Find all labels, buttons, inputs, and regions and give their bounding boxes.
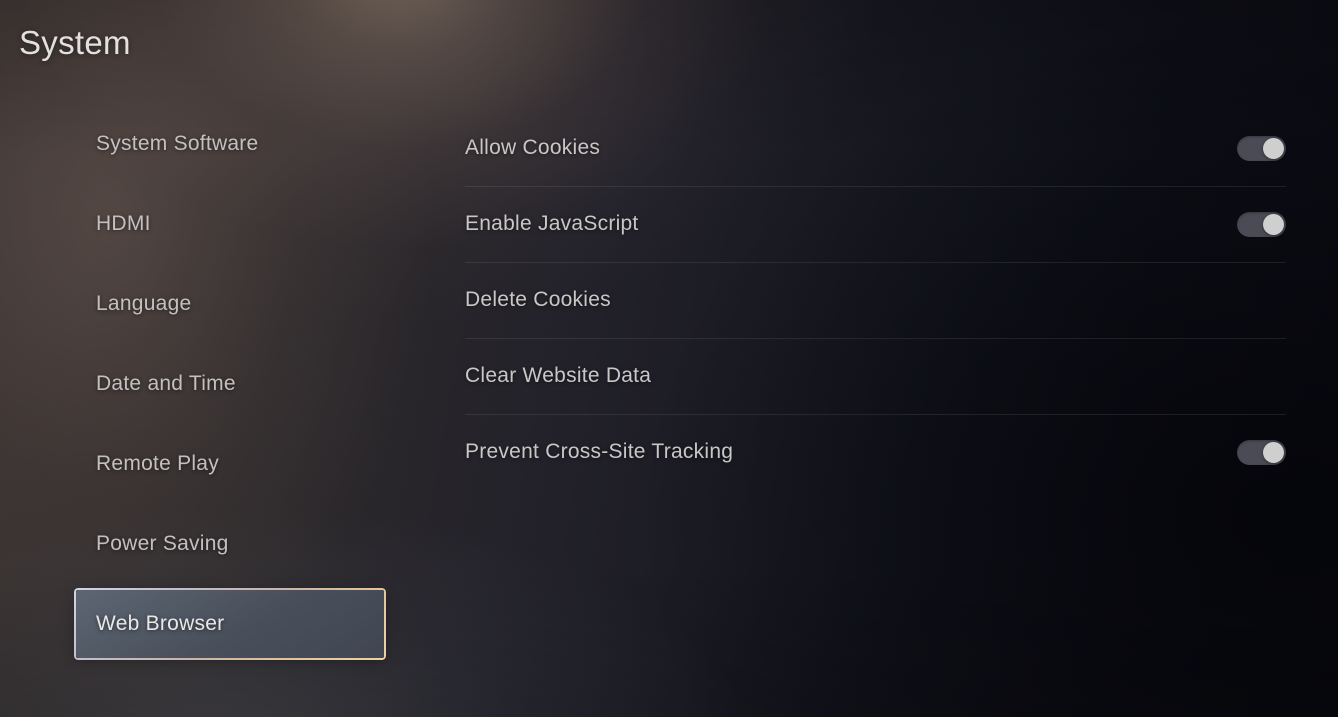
sidebar-item-label: Power Saving: [96, 532, 229, 555]
setting-label: Prevent Cross-Site Tracking: [465, 440, 734, 463]
sidebar-item-language[interactable]: Language: [76, 270, 384, 338]
setting-label: Delete Cookies: [465, 288, 611, 311]
sidebar-item-system-software[interactable]: System Software: [76, 110, 384, 178]
toggle-switch-allow-cookies[interactable]: [1237, 135, 1286, 161]
sidebar-item-web-browser[interactable]: Web Browser: [76, 590, 384, 658]
toggle-switch-prevent-cross-site-tracking[interactable]: [1237, 439, 1286, 465]
sidebar-item-label: Remote Play: [96, 452, 219, 475]
setting-label: Allow Cookies: [465, 136, 601, 159]
sidebar-item-label: Language: [96, 292, 192, 315]
sidebar-item-label: System Software: [96, 132, 259, 155]
toggle-knob: [1263, 213, 1284, 235]
page-title: System: [19, 24, 131, 61]
setting-label: Clear Website Data: [465, 364, 652, 387]
sidebar-item-label: Date and Time: [96, 372, 236, 395]
setting-row-allow-cookies[interactable]: Allow Cookies: [465, 110, 1286, 186]
sidebar-item-hdmi[interactable]: HDMI: [76, 190, 384, 258]
setting-row-enable-javascript[interactable]: Enable JavaScript: [465, 186, 1286, 262]
sidebar-item-date-and-time[interactable]: Date and Time: [76, 350, 384, 418]
setting-row-clear-website-data[interactable]: Clear Website Data: [465, 338, 1286, 414]
setting-row-prevent-cross-site-tracking[interactable]: Prevent Cross-Site Tracking: [465, 414, 1286, 490]
setting-row-delete-cookies[interactable]: Delete Cookies: [465, 262, 1286, 338]
sidebar-item-remote-play[interactable]: Remote Play: [76, 430, 384, 498]
ps5-system-settings-screen: System System Software HDMI Language Date a…: [0, 0, 1338, 717]
setting-label: Enable JavaScript: [465, 212, 639, 235]
sidebar-item-power-saving[interactable]: Power Saving: [76, 510, 384, 578]
toggle-knob: [1263, 441, 1284, 463]
toggle-switch-enable-javascript[interactable]: [1237, 211, 1286, 237]
sidebar-item-label: Web Browser: [96, 612, 225, 635]
toggle-knob: [1263, 137, 1284, 159]
settings-category-sidebar: System Software HDMI Language Date and Time…: [76, 110, 384, 670]
web-browser-settings-list: Allow Cookies Enable JavaScript Delete Coo…: [465, 110, 1286, 490]
sidebar-item-label: HDMI: [96, 212, 151, 235]
